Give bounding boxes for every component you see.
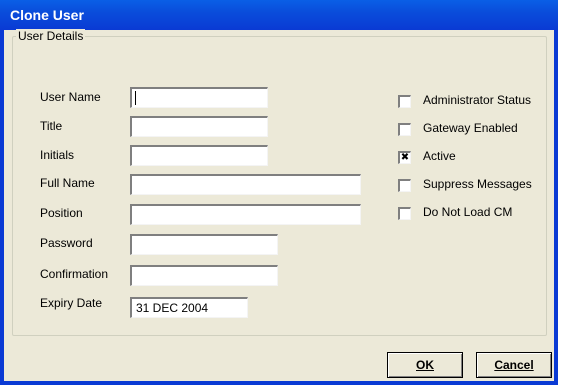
active-checkbox[interactable]: ✖	[398, 151, 411, 164]
title-bar[interactable]: Clone User	[0, 0, 558, 30]
title-label: Title	[40, 119, 63, 133]
group-legend: User Details	[16, 29, 86, 43]
window-title: Clone User	[10, 7, 84, 23]
title-field[interactable]	[130, 116, 268, 137]
administrator-status-checkbox[interactable]	[398, 95, 411, 108]
full-name-field[interactable]	[130, 174, 361, 195]
password-field[interactable]	[130, 234, 278, 255]
ok-button[interactable]: OK	[387, 352, 463, 378]
initials-field[interactable]	[130, 145, 268, 166]
initials-label: Initials	[40, 148, 75, 162]
expiry-date-field[interactable]: 31 DEC 2004	[130, 297, 248, 318]
administrator-status-label: Administrator Status	[423, 93, 532, 107]
position-field[interactable]	[130, 204, 361, 225]
confirmation-field[interactable]	[130, 265, 278, 286]
suppress-messages-label: Suppress Messages	[423, 177, 532, 191]
do-not-load-cm-label: Do Not Load CM	[423, 205, 513, 219]
active-label: Active	[423, 149, 456, 163]
expiry-date-label: Expiry Date	[40, 296, 103, 310]
cancel-button[interactable]: Cancel	[476, 352, 552, 378]
user-name-field[interactable]	[130, 87, 268, 108]
password-label: Password	[40, 236, 93, 250]
user-name-label: User Name	[40, 90, 101, 104]
confirmation-label: Confirmation	[40, 267, 109, 281]
suppress-messages-checkbox[interactable]	[398, 179, 411, 192]
do-not-load-cm-checkbox[interactable]	[398, 207, 411, 220]
gateway-enabled-checkbox[interactable]	[398, 123, 411, 136]
gateway-enabled-label: Gateway Enabled	[423, 121, 518, 135]
position-label: Position	[40, 206, 83, 220]
full-name-label: Full Name	[40, 176, 95, 190]
text-caret	[135, 91, 136, 105]
